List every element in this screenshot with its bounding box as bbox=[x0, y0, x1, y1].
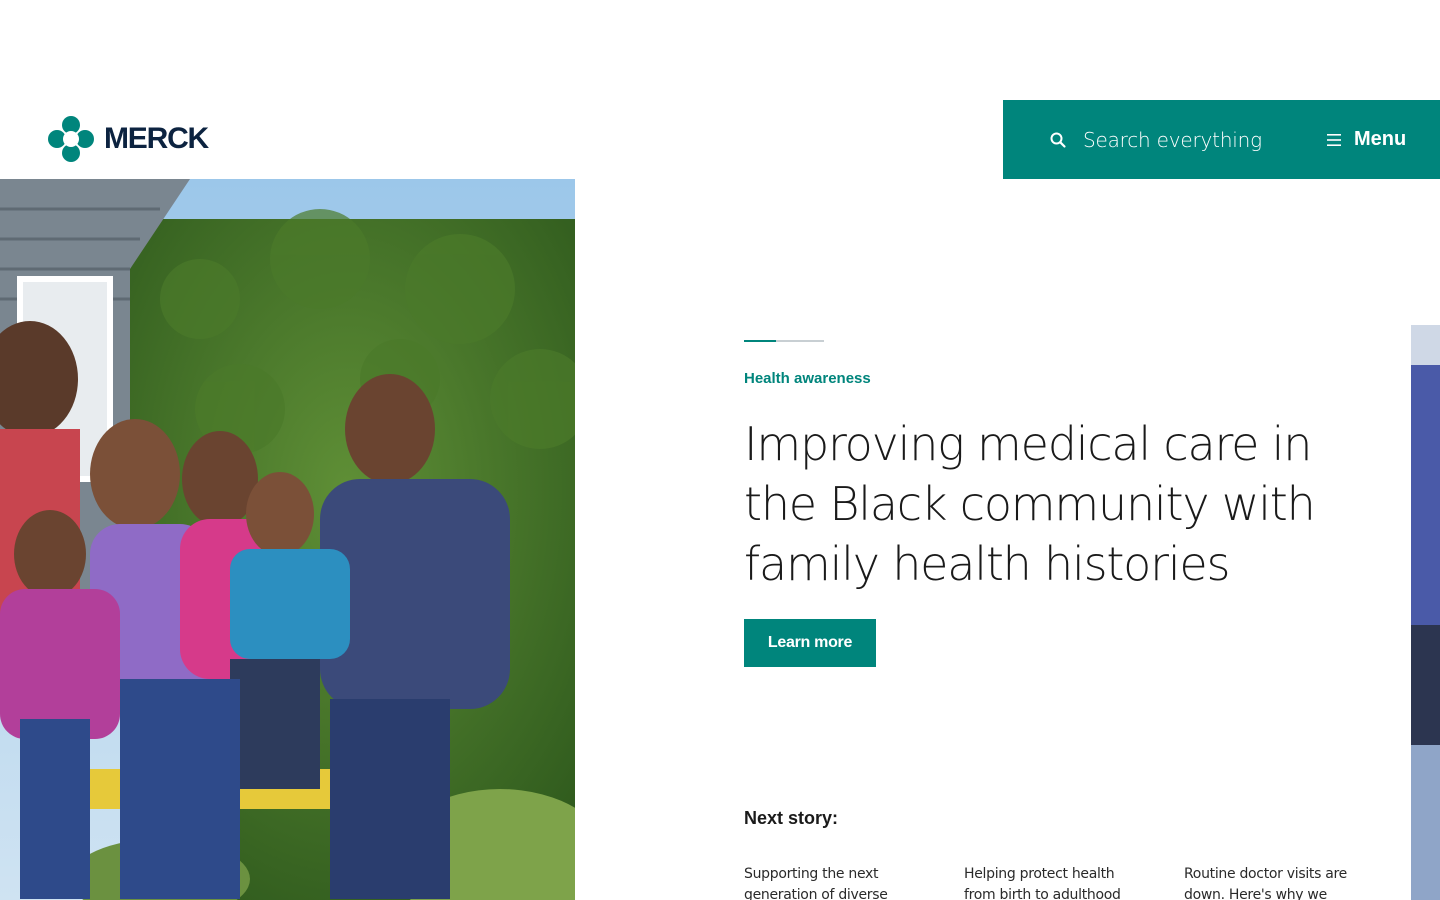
search-button[interactable]: Search everything bbox=[1049, 128, 1262, 152]
search-label: Search everything bbox=[1083, 127, 1262, 152]
brand-name: MERCK bbox=[104, 122, 209, 155]
next-story-list: Supporting the next generation of divers… bbox=[744, 864, 1364, 900]
story-headline: Improving medical care in the Black comm… bbox=[744, 417, 1316, 591]
carousel-progress bbox=[744, 340, 824, 342]
menu-label: Menu bbox=[1353, 128, 1407, 150]
merck-logo-mark-icon bbox=[48, 116, 94, 162]
search-icon bbox=[1050, 132, 1066, 148]
next-story-label: Next story: bbox=[744, 808, 839, 828]
hamburger-icon bbox=[1326, 133, 1341, 146]
next-story-link[interactable]: Helping protect health from birth to adu… bbox=[964, 864, 1144, 900]
next-story-link[interactable]: Routine doctor visits are down. Here's w… bbox=[1184, 864, 1364, 900]
next-story-link[interactable]: Supporting the next generation of divers… bbox=[744, 864, 924, 900]
carousel-progress-fill bbox=[744, 340, 776, 342]
header-bar: Search everything Menu bbox=[1003, 100, 1440, 179]
next-slide-photo bbox=[1411, 325, 1440, 900]
learn-more-button[interactable]: Learn more bbox=[744, 619, 876, 667]
menu-button[interactable]: Menu bbox=[1326, 128, 1406, 151]
merck-logo[interactable]: MERCK bbox=[48, 116, 209, 162]
hero-family-photo bbox=[0, 179, 575, 900]
story-category: Health awareness bbox=[744, 370, 871, 387]
